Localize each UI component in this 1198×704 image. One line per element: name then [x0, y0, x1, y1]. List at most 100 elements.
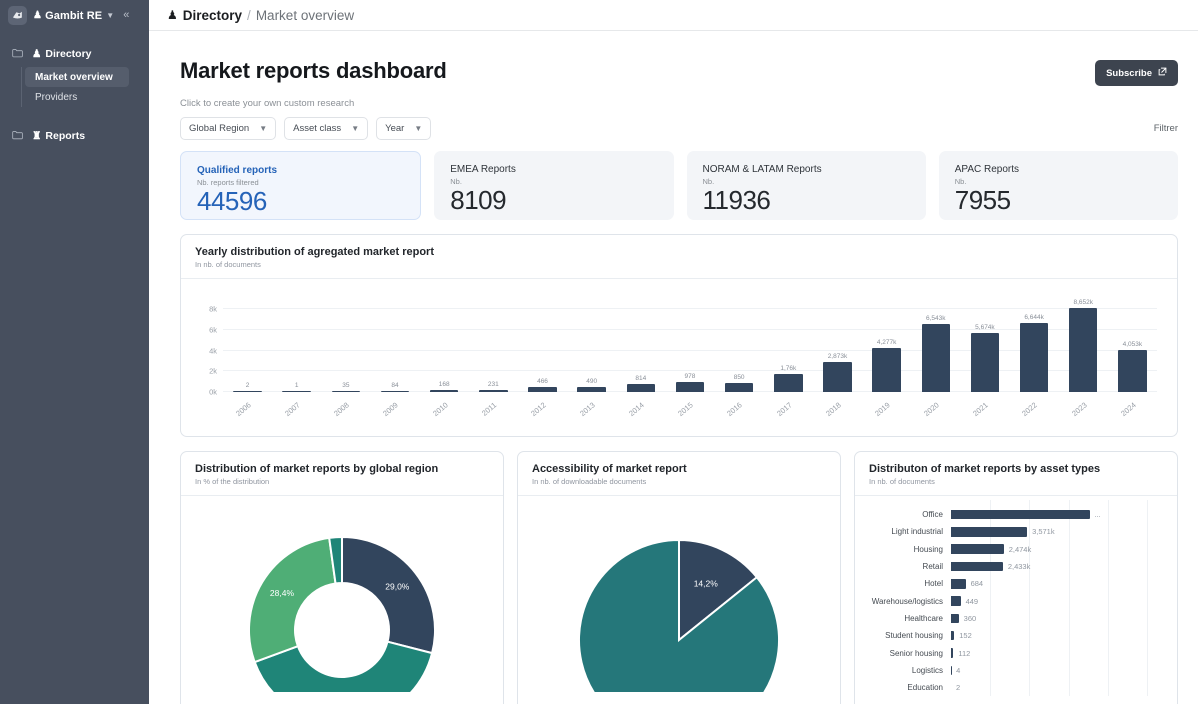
bar[interactable] [951, 613, 959, 624]
asset-type-row[interactable]: Office... [859, 506, 1167, 523]
bar[interactable] [380, 391, 410, 392]
bar[interactable] [951, 579, 966, 589]
filter-link[interactable]: Filtrer [1154, 123, 1178, 134]
bar-group[interactable]: 6,543k 2020 [911, 299, 960, 418]
bar[interactable] [577, 386, 606, 392]
bar-group[interactable]: 850 2016 [715, 299, 764, 418]
asset-type-row[interactable]: Senior housing 112 [859, 644, 1167, 661]
bar[interactable] [1118, 350, 1147, 392]
sidebar-header: ♟ Gambit RE ▼ « [0, 0, 149, 31]
bar-group[interactable]: 5,674k 2021 [960, 299, 1009, 418]
bar-group[interactable]: 2 2006 [223, 299, 272, 418]
sidebar-section-reports[interactable]: ♜ Reports [0, 125, 149, 147]
bar[interactable] [626, 383, 656, 392]
bar[interactable] [1019, 323, 1049, 392]
card-title: Accessibility of market report [532, 463, 687, 475]
asset-type-row[interactable]: Warehouse/logistics 449 [859, 592, 1167, 609]
x-axis-tick-label: 2006 [234, 400, 253, 419]
sidebar-item-providers[interactable]: Providers [25, 87, 149, 107]
bar[interactable] [921, 324, 951, 392]
bar[interactable] [970, 333, 1000, 392]
bar[interactable] [479, 389, 508, 392]
bar[interactable] [951, 561, 1003, 572]
pie-slice[interactable] [578, 538, 780, 692]
x-axis-tick-label: 2017 [774, 400, 794, 419]
bar-group[interactable]: 1 2007 [272, 299, 321, 418]
bar-group[interactable]: 35 2008 [321, 299, 370, 418]
card-header: Distributon of market reports by asset t… [855, 452, 1177, 495]
page-title: Market reports dashboard [180, 58, 447, 83]
asset-type-row[interactable]: Education 2 [859, 679, 1167, 696]
card-header: Yearly distribution of agregated market … [181, 235, 1177, 278]
bar[interactable] [951, 630, 955, 641]
breadcrumb-current: Market overview [255, 7, 355, 23]
pie-slice-label: 29,0% [385, 581, 410, 591]
asset-type-row[interactable]: Light industrial 3,571k [859, 523, 1167, 540]
bar[interactable] [675, 381, 705, 392]
bar[interactable] [429, 390, 459, 392]
kpi-card-apac-reports: APAC Reports Nb. 7955 [938, 151, 1178, 220]
bar-group[interactable]: 490 2013 [567, 299, 616, 418]
x-axis-tick-label: 2024 [1118, 400, 1138, 419]
asset-type-label: Healthcare [904, 613, 943, 623]
filter-asset-class[interactable]: Asset class ▼ [284, 117, 369, 140]
asset-type-row[interactable]: Healthcare 360 [859, 610, 1167, 627]
bar-group[interactable]: 231 2011 [469, 299, 518, 418]
bar-group[interactable]: 2,873k 2018 [813, 299, 862, 418]
bar[interactable] [951, 648, 954, 658]
brand-switcher[interactable]: ♟ Gambit RE ▼ [33, 10, 114, 22]
bar-chart-plot: 0k 2k 4k 6k 8k 2 2006 1 2007 35 2008 84 2009 168 2010 2… [209, 299, 1157, 418]
subscribe-button[interactable]: Subscribe [1095, 60, 1178, 86]
asset-type-row[interactable]: Hotel 684 [859, 575, 1167, 592]
bar-group[interactable]: 84 2009 [370, 299, 419, 418]
bar[interactable] [872, 347, 901, 392]
kpi-value: 11936 [702, 185, 771, 215]
bar-group[interactable]: 466 2012 [518, 299, 567, 418]
bar[interactable] [951, 596, 961, 606]
bar-group[interactable]: 4,053k 2024 [1108, 299, 1157, 418]
filter-pills: Global Region ▼ Asset class ▼ Year ▼ [180, 117, 432, 140]
bar-value-label: 449 [965, 596, 979, 606]
filter-label: Year [385, 123, 405, 134]
x-axis-tick-label: 2013 [578, 400, 597, 419]
bar[interactable] [951, 544, 1004, 554]
bar-group[interactable]: 6,644k 2022 [1010, 299, 1059, 418]
bar-group[interactable]: 1,76k 2017 [764, 299, 813, 418]
bar-value-label: 684 [970, 579, 984, 589]
bar[interactable] [724, 383, 754, 392]
bar-group[interactable]: 168 2010 [420, 299, 469, 418]
asset-type-row[interactable]: Student housing 152 [859, 627, 1167, 644]
bar-group[interactable]: 814 2014 [616, 299, 665, 418]
bar[interactable] [331, 391, 361, 392]
filter-year[interactable]: Year ▼ [376, 117, 432, 140]
bar[interactable] [774, 373, 803, 392]
card-accessibility: Accessibility of market report In nb. of… [517, 451, 841, 704]
bar-track: 360 [951, 610, 1167, 627]
bar[interactable] [282, 391, 311, 392]
pie-slice-label: 28,4% [270, 588, 295, 598]
sidebar-item-market-overview[interactable]: Market overview [25, 67, 129, 87]
asset-type-row[interactable]: Housing 2,474k [859, 541, 1167, 558]
bar-group[interactable]: 978 2015 [665, 299, 714, 418]
asset-type-row[interactable]: Retail 2,433k [859, 558, 1167, 575]
pie-slice[interactable] [341, 535, 436, 655]
bar[interactable] [951, 527, 1028, 537]
sidebar-section-directory[interactable]: ♟ Directory [0, 43, 149, 65]
bar-group[interactable]: 4,277k 2019 [862, 299, 911, 418]
sidebar-directory-children: Market overview Providers [21, 67, 149, 107]
bar[interactable] [233, 391, 262, 392]
bar[interactable] [1068, 308, 1098, 392]
bar[interactable] [823, 362, 852, 392]
bar[interactable] [951, 509, 1090, 520]
sidebar-section-directory-label: ♟ Directory [32, 48, 92, 60]
folder-icon [12, 127, 23, 145]
breadcrumb-parent[interactable]: Directory [183, 8, 242, 23]
x-axis-tick-label: 2009 [381, 400, 401, 419]
bar[interactable] [528, 387, 557, 392]
asset-type-row[interactable]: Logistics 4 [859, 662, 1167, 679]
pie-slice[interactable] [248, 536, 337, 664]
collapse-sidebar-button[interactable]: « [123, 10, 129, 21]
bar-group[interactable]: 8,652k 2023 [1059, 299, 1108, 418]
filter-global-region[interactable]: Global Region ▼ [180, 117, 277, 140]
app-logo-icon[interactable] [8, 6, 27, 25]
